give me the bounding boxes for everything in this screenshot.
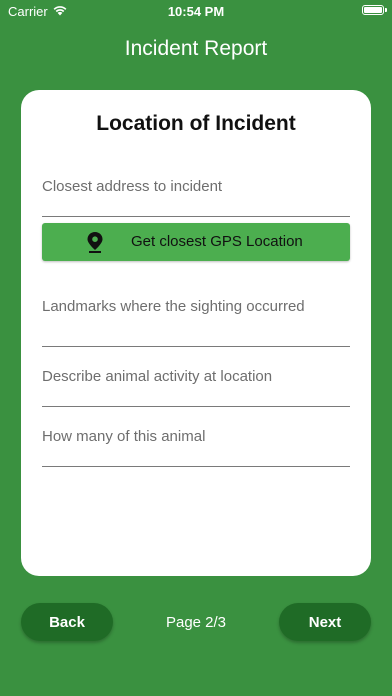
- status-bar: Carrier 10:54 PM: [0, 0, 392, 24]
- location-pin-icon: [86, 231, 104, 257]
- status-time: 10:54 PM: [167, 4, 225, 19]
- landmarks-field[interactable]: Landmarks where the sighting occurred: [42, 296, 350, 347]
- animal-count-field-placeholder: How many of this animal: [42, 428, 206, 445]
- battery-icon: [362, 5, 387, 15]
- card-title: Location of Incident: [96, 112, 296, 135]
- location-card: Location of Incident Closest address to …: [21, 90, 371, 576]
- gps-button-label: Get closest GPS Location: [131, 233, 303, 250]
- battery-level: [364, 7, 382, 13]
- get-gps-location-button[interactable]: Get closest GPS Location: [42, 223, 350, 261]
- animal-activity-field[interactable]: Describe animal activity at location: [42, 366, 350, 407]
- animal-activity-field-placeholder: Describe animal activity at location: [42, 368, 273, 385]
- address-field[interactable]: Closest address to incident: [42, 176, 350, 217]
- address-field-placeholder: Closest address to incident: [42, 178, 223, 195]
- landmarks-field-placeholder: Landmarks where the sighting occurred: [42, 298, 305, 315]
- next-button[interactable]: Next: [279, 603, 371, 641]
- animal-count-field[interactable]: How many of this animal: [42, 426, 350, 467]
- page-title: Incident Report: [124, 37, 268, 60]
